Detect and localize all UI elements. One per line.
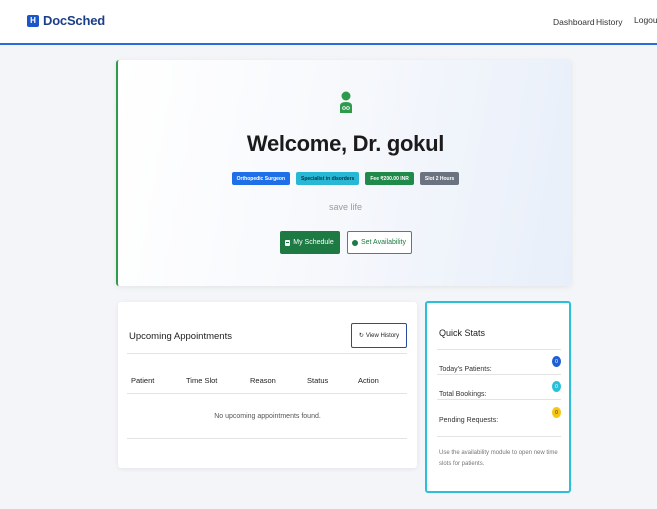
fee-badge: Fee ₹200.00 INR — [365, 172, 414, 185]
my-schedule-button[interactable]: My Schedule — [279, 231, 340, 254]
quick-stats-card: Quick Stats Today's Patients: 0 Total Bo… — [425, 301, 571, 493]
stat-value-badge: 0 — [552, 381, 561, 392]
welcome-heading: Welcome, Dr. gokul — [246, 131, 445, 156]
divider — [127, 393, 407, 394]
doctor-tagline: save life — [328, 202, 363, 212]
divider — [437, 374, 561, 375]
my-schedule-label: My Schedule — [293, 239, 334, 246]
empty-appointments-message: No upcoming appointments found. — [214, 413, 321, 420]
divider — [437, 436, 561, 437]
navbar: H DocSched Dashboard History Logout — [0, 0, 657, 45]
specialty-badge: Orthopedic Surgeon — [231, 172, 291, 185]
expertise-badge: Specialist in disorders — [296, 172, 360, 185]
stat-pending-requests: Pending Requests: 0 — [439, 407, 561, 427]
divider — [127, 353, 407, 354]
divider — [127, 438, 407, 439]
brand-logo[interactable]: H DocSched — [27, 13, 105, 28]
slot-badge: Slot 2 Hours — [419, 172, 460, 185]
column-patient: Patient — [131, 376, 155, 385]
doctor-icon — [340, 91, 352, 113]
stat-label: Total Bookings: — [439, 391, 487, 398]
set-availability-button[interactable]: Set Availability — [346, 231, 412, 254]
set-availability-label: Set Availability — [360, 239, 406, 246]
nav-logout-link[interactable]: Logout — [634, 15, 657, 25]
column-status: Status — [307, 376, 329, 385]
column-time-slot: Time Slot — [186, 376, 218, 385]
doctor-badges: Orthopedic Surgeon Specialist in disorde… — [118, 172, 573, 185]
appointments-title: Upcoming Appointments — [129, 331, 232, 342]
stat-label: Today's Patients: — [439, 366, 492, 373]
column-reason: Reason — [250, 376, 276, 385]
stat-value-badge: 0 — [552, 407, 561, 418]
hospital-icon: H — [27, 14, 39, 27]
hero-actions: My Schedule Set Availability — [118, 231, 573, 254]
calendar-icon — [285, 239, 291, 246]
view-history-button[interactable]: ↻ View History — [351, 323, 407, 348]
stat-label: Pending Requests: — [439, 417, 499, 424]
stats-note: Use the availability module to open new … — [439, 450, 558, 467]
quick-stats-title: Quick Stats — [439, 328, 486, 338]
divider — [437, 399, 561, 400]
clock-icon — [351, 239, 358, 246]
history-icon: ↻ — [358, 333, 364, 339]
welcome-card: Welcome, Dr. gokul Orthopedic Surgeon Sp… — [116, 60, 571, 286]
nav-history-link[interactable]: History — [596, 17, 622, 27]
stat-value-badge: 0 — [552, 356, 561, 367]
nav-dashboard-link[interactable]: Dashboard — [553, 17, 595, 27]
view-history-label: View History — [365, 332, 400, 339]
upcoming-appointments-card: Upcoming Appointments ↻ View History Pat… — [118, 302, 417, 468]
column-action: Action — [358, 376, 379, 385]
brand-name: DocSched — [43, 13, 105, 28]
divider — [437, 349, 561, 350]
